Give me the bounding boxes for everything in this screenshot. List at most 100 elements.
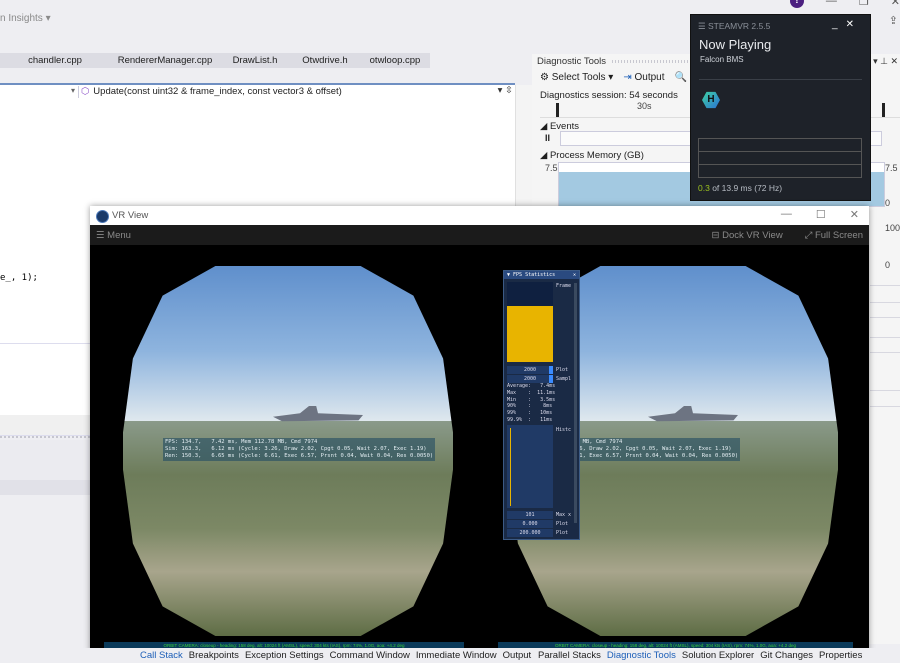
tab-drawlist[interactable]: DrawList.h bbox=[220, 53, 290, 68]
minimize-icon[interactable]: — bbox=[781, 208, 792, 221]
plot-min-slider[interactable]: 0.000 bbox=[507, 520, 553, 528]
minimize-icon[interactable]: — bbox=[826, 0, 837, 7]
cpu-axis-max: 100 bbox=[885, 223, 900, 233]
tab-command-window[interactable]: Command Window bbox=[330, 650, 410, 661]
max-x-label: Max x bbox=[556, 512, 572, 518]
left-eye-view: FPS: 134.7, 7.42 ms, Mem 112.78 MB, Cmd … bbox=[123, 266, 453, 636]
tab-diagnostic-tools[interactable]: Diagnostic Tools bbox=[607, 650, 676, 661]
timeline-label: 30s bbox=[637, 101, 652, 111]
close-icon[interactable]: ✕ bbox=[846, 19, 862, 30]
tab-otwdrive[interactable]: Otwdrive.h bbox=[290, 53, 360, 68]
close-icon[interactable]: ✕ bbox=[573, 271, 576, 279]
tab-git-changes[interactable]: Git Changes bbox=[760, 650, 813, 661]
timeline-end-marker[interactable] bbox=[882, 103, 885, 117]
expand-icon: ⤢ bbox=[804, 230, 813, 241]
frame-time-bars bbox=[507, 306, 553, 362]
dock-vr-view-button[interactable]: ⊟ Dock VR View bbox=[712, 230, 783, 241]
headset-icon[interactable]: H bbox=[702, 91, 720, 109]
diagnostic-rows bbox=[870, 280, 900, 480]
notification-badge[interactable]: ! bbox=[789, 0, 804, 8]
cpu-axis-min: 0 bbox=[885, 260, 891, 270]
tab-breakpoints[interactable]: Breakpoints bbox=[189, 650, 239, 661]
lower-pane bbox=[0, 343, 90, 416]
vr-window-controls: — ☐ ✕ bbox=[781, 208, 859, 221]
pause-icon[interactable]: II bbox=[545, 133, 550, 143]
sample-count-slider[interactable]: 2000 bbox=[507, 375, 553, 383]
steamvr-window: ☰ STEAMVR 2.5.5 _✕ Now Playing Falcon BM… bbox=[690, 14, 871, 201]
tool-pane-header bbox=[0, 480, 90, 495]
plot-count-slider[interactable]: 2000 bbox=[507, 366, 553, 374]
dock-icon: ⊟ bbox=[711, 230, 720, 241]
histogram-plot bbox=[507, 425, 553, 508]
pane-strip bbox=[0, 415, 90, 436]
pin-icon[interactable]: ▾ ⊥ ✕ bbox=[873, 56, 898, 67]
chevron-down-icon: ▾ bbox=[70, 86, 75, 95]
tab-otwloop[interactable]: otwloop.cpp bbox=[360, 53, 430, 68]
share-icon[interactable]: ⇪ bbox=[889, 14, 898, 27]
tab-renderer-manager[interactable]: RendererManager.cpp bbox=[110, 53, 220, 68]
bottom-tabs-right: Parallel Stacks Diagnostic Tools Solutio… bbox=[538, 650, 862, 661]
tab-parallel-stacks[interactable]: Parallel Stacks bbox=[538, 650, 601, 661]
steamvr-title[interactable]: ☰ STEAMVR 2.5.5 bbox=[698, 21, 770, 32]
tab-immediate-window[interactable]: Immediate Window bbox=[416, 650, 497, 661]
frame-label: Frame bbox=[556, 283, 572, 289]
frame-timing-graph bbox=[698, 138, 862, 178]
max-x-slider[interactable]: 101 bbox=[507, 511, 553, 519]
select-tools-button[interactable]: ⚙ Select Tools ▾ bbox=[540, 72, 613, 83]
histogram-label: Histc bbox=[556, 427, 572, 433]
tab-chandler[interactable]: chandler.cpp bbox=[0, 53, 110, 68]
scope-dropdown[interactable]: ▾ bbox=[0, 86, 79, 98]
fps-stats-list: Average: 7.4ms Max : 11.1ms Min : 3.5ms 90%… bbox=[507, 383, 556, 423]
tab-exception-settings[interactable]: Exception Settings bbox=[245, 650, 324, 661]
restore-icon[interactable]: ❐ bbox=[859, 0, 869, 8]
performance-osd: FPS: 134.7, 7.42 ms, Mem 112.78 MB, Cmd … bbox=[163, 438, 436, 461]
close-icon[interactable]: ✕ bbox=[850, 208, 859, 221]
vr-view-titlebar[interactable]: VR View — ☐ ✕ bbox=[90, 206, 869, 225]
memory-axis-max: 7.5 bbox=[545, 163, 558, 173]
output-icon: ⇥ bbox=[623, 72, 632, 83]
vr-menu-bar: ☰ Menu ⊟ Dock VR View ⤢ Full Screen bbox=[90, 225, 869, 245]
tab-solution-explorer[interactable]: Solution Explorer bbox=[682, 650, 754, 661]
steamvr-logo-icon bbox=[96, 210, 109, 223]
document-tabs: chandler.cpp RendererManager.cpp DrawLis… bbox=[0, 53, 430, 68]
memory-axis-max-right: 7.5 bbox=[885, 163, 898, 173]
process-memory-header[interactable]: ◢ Process Memory (GB) bbox=[540, 150, 644, 161]
maximize-icon[interactable]: ☐ bbox=[816, 208, 826, 221]
code-line: e_, 1); bbox=[0, 273, 38, 283]
output-button[interactable]: ⇥ Output bbox=[623, 72, 664, 83]
memory-axis-min-right: 0 bbox=[885, 198, 891, 208]
tab-properties[interactable]: Properties bbox=[819, 650, 862, 661]
plot-max-slider[interactable]: 200.000 bbox=[507, 529, 553, 537]
divider bbox=[699, 79, 862, 80]
magnifier-icon: 🔍 bbox=[674, 72, 687, 83]
minimize-icon[interactable]: _ bbox=[832, 19, 846, 30]
full-screen-button[interactable]: ⤢ Full Screen bbox=[805, 230, 863, 241]
tab-output[interactable]: Output bbox=[503, 650, 532, 661]
frame-time-plot bbox=[507, 282, 553, 362]
menu-button[interactable]: ☰ Menu bbox=[96, 230, 131, 241]
method-icon: ⬡ bbox=[81, 86, 90, 97]
vr-view-window: VR View — ☐ ✕ ☰ Menu ⊟ Dock VR View ⤢ Fu… bbox=[90, 206, 869, 652]
plot-label: Plot bbox=[556, 367, 569, 373]
split-icon[interactable]: ▾ ⇳ bbox=[498, 85, 513, 96]
timeline-start-marker[interactable] bbox=[556, 103, 559, 117]
tool-pane bbox=[0, 440, 90, 480]
window-controls: ! — ❐ ✕ bbox=[789, 0, 900, 8]
fps-statistics-panel: ▼ FPS Statistics ✕ Frame 2000 Plot 2000 S… bbox=[503, 270, 580, 540]
plot-min-label: Plot bbox=[556, 521, 569, 527]
plot-max-label: Plot bbox=[556, 530, 569, 536]
histogram-bar bbox=[510, 428, 511, 506]
sample-label: Sampl bbox=[556, 376, 572, 382]
game-name: Falcon BMS bbox=[700, 55, 744, 64]
gear-icon: ⚙ bbox=[540, 72, 549, 83]
session-duration: Diagnostics session: 54 seconds bbox=[540, 90, 678, 101]
function-dropdown[interactable]: ⬡ Update(const uint32 & frame_index, cons… bbox=[81, 86, 342, 97]
close-icon[interactable]: ✕ bbox=[891, 0, 900, 8]
insights-menu[interactable]: n Insights ▾ bbox=[0, 13, 51, 24]
bottom-tabs-left: Call Stack Breakpoints Exception Setting… bbox=[140, 650, 531, 661]
fps-statistics-header[interactable]: ▼ FPS Statistics ✕ bbox=[504, 271, 579, 279]
tab-call-stack[interactable]: Call Stack bbox=[140, 650, 183, 661]
sky bbox=[123, 266, 453, 422]
fps-panel-scrollbar[interactable] bbox=[574, 283, 577, 523]
steamvr-window-controls: _✕ bbox=[832, 19, 862, 30]
